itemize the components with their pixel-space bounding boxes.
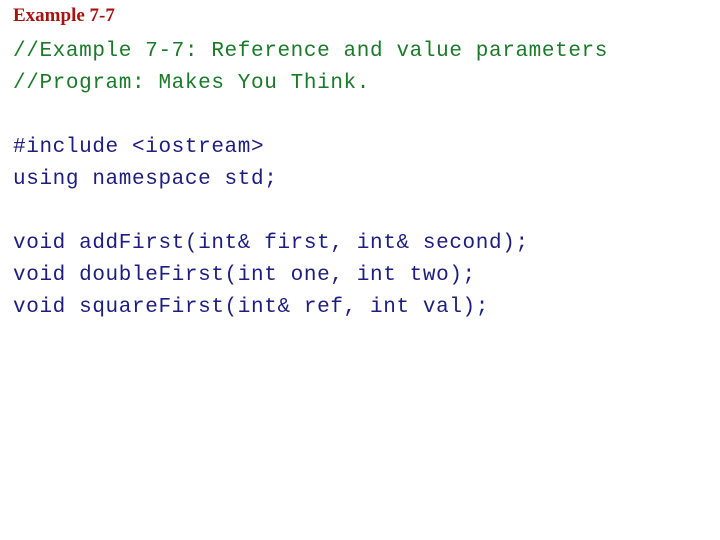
code-line: #include <iostream> [13,136,265,159]
slide-canvas: Example 7-7 //Example 7-7: Reference and… [0,0,720,540]
code-line: //Example 7-7: Reference and value param… [13,40,608,63]
code-line: void squareFirst(int& ref, int val); [13,296,489,319]
code-line: void addFirst(int& first, int& second); [13,232,529,255]
code-block: //Example 7-7: Reference and value param… [13,36,713,324]
code-line: //Program: Makes You Think. [13,72,370,95]
code-line: using namespace std; [13,168,278,191]
page-title: Example 7-7 [13,5,115,26]
code-line: void doubleFirst(int one, int two); [13,264,476,287]
